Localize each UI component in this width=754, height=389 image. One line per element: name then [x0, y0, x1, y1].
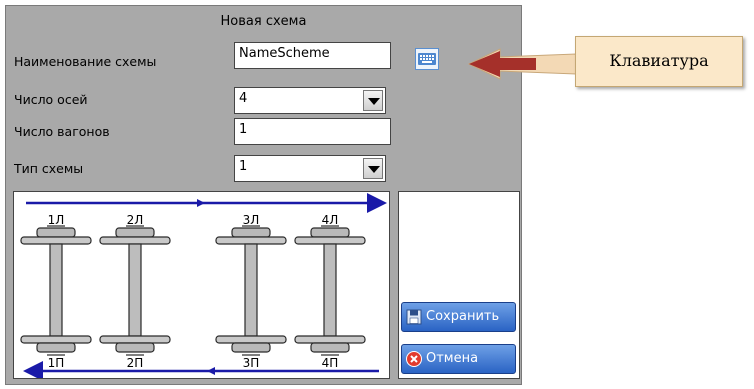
axle-shaft	[244, 243, 258, 337]
wheelset-scheme-svg: 1Л 1П 2Л 2П 3Л 3П 4Л 4П	[20, 193, 387, 381]
axle-top-label: 3Л	[243, 213, 260, 227]
axle-top-label: 2Л	[127, 213, 144, 227]
axle-top-label: 1Л	[48, 213, 65, 227]
wheel-top-3	[310, 227, 350, 238]
floppy-disk-icon	[406, 309, 422, 325]
direction-arrow-head-mid-top	[197, 199, 205, 207]
axles-count-label: Число осей	[14, 92, 88, 107]
chevron-down-icon[interactable]	[363, 158, 383, 179]
wheel-bottom-2	[231, 342, 271, 353]
wheel-flange-top-0	[20, 236, 92, 245]
cancel-button[interactable]: Отмена	[401, 344, 516, 374]
axles-count-select[interactable]: 4	[234, 87, 386, 114]
axles-count-value: 4	[239, 91, 248, 106]
scheme-name-input[interactable]: NameScheme	[234, 42, 391, 69]
wheel-bottom-0	[36, 342, 76, 353]
wheel-flange-bottom-0	[20, 335, 92, 344]
keyboard-icon[interactable]	[415, 48, 439, 70]
axle-shaft	[323, 243, 337, 337]
scheme-type-label: Тип схемы	[14, 161, 84, 176]
axle-bottom-label: 3П	[243, 356, 260, 370]
save-button[interactable]: Сохранить	[401, 302, 516, 332]
wheel-top-2	[231, 227, 271, 238]
direction-arrow-head-mid-bottom	[207, 367, 215, 375]
axle-shaft	[128, 243, 142, 337]
wheel-bottom-3	[310, 342, 350, 353]
keyboard-callout-text: Клавиатура	[609, 51, 709, 70]
axle-top-label: 4Л	[322, 213, 339, 227]
wheel-flange-bottom-2	[215, 335, 287, 344]
cancel-button-label: Отмена	[426, 351, 479, 366]
wagons-count-input[interactable]: 1	[234, 118, 391, 145]
axle-bottom-label: 4П	[322, 356, 339, 370]
axle-shaft	[49, 243, 63, 337]
dialog-title: Новая схема	[220, 14, 307, 29]
scheme-type-select[interactable]: 1	[234, 155, 386, 182]
new-scheme-dialog: Новая схема Наименование схемы NameSchem…	[5, 5, 522, 385]
wheel-flange-top-1	[99, 236, 171, 245]
wheel-top-1	[115, 227, 155, 238]
action-panel: Сохранить Отмена	[398, 191, 520, 379]
scheme-diagram: 1Л 1П 2Л 2П 3Л 3П 4Л 4П	[13, 191, 390, 381]
scheme-name-label: Наименование схемы	[14, 54, 157, 69]
cancel-x-icon	[406, 351, 422, 367]
axle-bottom-label: 2П	[127, 356, 144, 370]
wheel-flange-top-2	[215, 236, 287, 245]
axle-bottom-label: 1П	[48, 356, 65, 370]
wheel-flange-top-3	[294, 236, 366, 245]
keyboard-callout: Клавиатура	[575, 36, 743, 87]
save-button-label: Сохранить	[426, 309, 500, 324]
scheme-type-value: 1	[239, 159, 248, 174]
wagons-count-label: Число вагонов	[14, 124, 110, 139]
pointer-arrow-icon	[467, 48, 577, 80]
chevron-down-icon[interactable]	[363, 90, 383, 111]
wheel-top-0	[36, 227, 76, 238]
wheel-flange-bottom-3	[294, 335, 366, 344]
wheel-bottom-1	[115, 342, 155, 353]
wheel-flange-bottom-1	[99, 335, 171, 344]
